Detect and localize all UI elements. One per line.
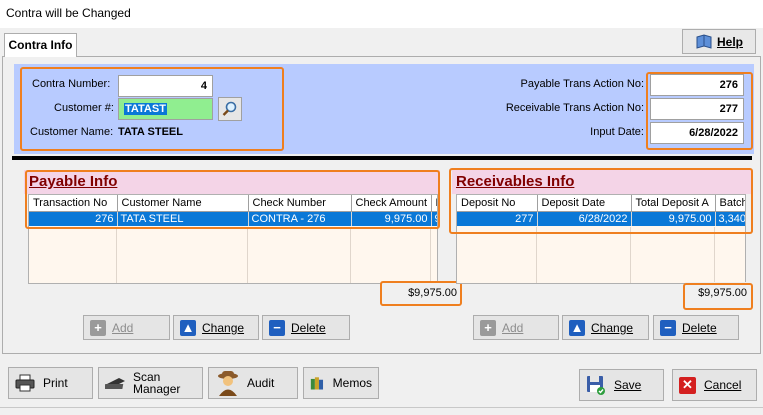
receivable-trans-label: Receivable Trans Action No: [505,102,644,114]
receivables-change-label: Change [591,320,634,335]
detective-icon [218,371,238,396]
payable-delete-label: Delete [291,320,326,335]
books-icon [310,377,324,390]
payable-delete-button[interactable]: − Delete [262,315,350,340]
help-label: Help [716,34,743,49]
triangle-up-icon: ▲ [569,319,585,336]
input-date-label: Input Date: [590,126,644,138]
receivables-change-button[interactable]: ▲ Change [562,315,649,340]
section-separator [12,156,752,160]
payable-add-label: Add [112,320,134,335]
grid-line [116,227,117,283]
grid-line [350,227,351,283]
tab-contra-info[interactable]: Contra Info [4,33,77,57]
receivables-add-button[interactable]: + Add [473,315,559,340]
receivables-delete-label: Delete [682,320,717,335]
receivables-add-label: Add [502,320,524,335]
audit-label: Audit [247,376,275,390]
save-button[interactable]: Save [579,369,664,401]
memos-button[interactable]: Memos [303,367,379,399]
payable-highlight [25,170,440,229]
save-label: Save [614,378,642,392]
scanner-icon [105,378,125,389]
minus-icon: − [660,319,676,336]
grid-line [714,227,715,283]
status-bar [0,407,763,415]
window-title: Contra will be Changed [0,0,763,28]
payable-add-button[interactable]: + Add [83,315,170,340]
memos-label: Memos [332,376,372,390]
help-book-icon [696,33,712,49]
receivables-delete-button[interactable]: − Delete [653,315,739,340]
print-button[interactable]: Print [8,367,93,399]
payable-total-highlight [380,281,462,306]
print-label: Print [43,376,68,390]
audit-button[interactable]: Audit [208,367,298,399]
close-icon: ✕ [679,376,696,394]
grid-line [247,227,248,283]
trans-highlight [646,72,753,150]
scan-label-line2: Manager [133,382,181,396]
scan-manager-button[interactable]: Scan Manager [98,367,203,399]
grid-line [630,227,631,283]
minus-icon: − [269,319,285,336]
scan-manager-label: Scan Manager [133,371,180,395]
payable-trans-label: Payable Trans Action No: [520,78,644,90]
grid-line [536,227,537,283]
cancel-label: Cancel [704,378,742,392]
save-disk-icon [587,376,605,395]
receivables-total-highlight [683,283,753,310]
receivables-highlight [449,168,753,234]
triangle-up-icon: ▲ [180,319,196,336]
contra-highlight [20,67,284,151]
payable-change-button[interactable]: ▲ Change [173,315,259,340]
grid-line [430,227,431,283]
help-button[interactable]: Help [682,29,756,54]
cancel-button[interactable]: ✕ Cancel [672,369,757,401]
printer-icon [15,374,35,392]
plus-icon: + [480,319,496,336]
plus-icon: + [90,319,106,336]
payable-change-label: Change [202,320,245,335]
